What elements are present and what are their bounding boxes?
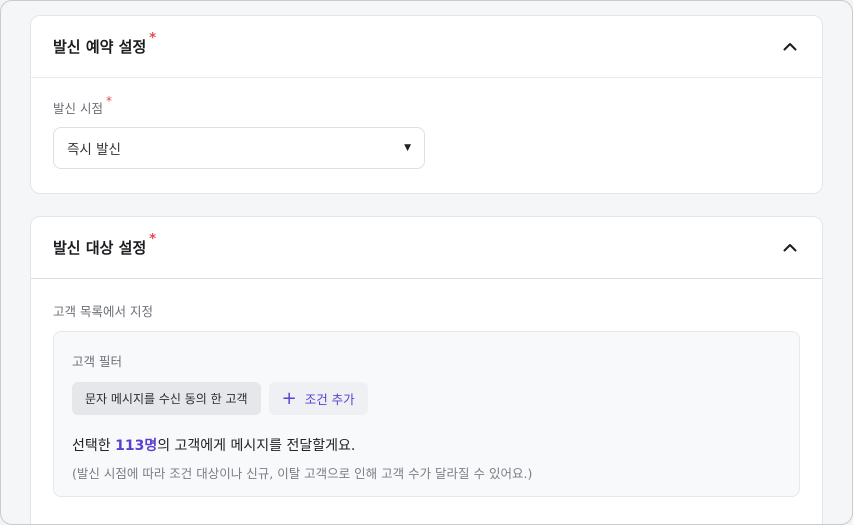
target-settings-title: 발신 대상 설정 * xyxy=(53,233,156,258)
add-condition-button[interactable]: + 조건 추가 xyxy=(268,382,368,415)
required-mark: * xyxy=(149,31,157,46)
customer-list-label: 고객 목록에서 지정 xyxy=(53,304,153,319)
chevron-up-icon[interactable] xyxy=(780,37,800,57)
reservation-settings-title-text: 발신 예약 설정 xyxy=(53,38,147,56)
customer-count: 113명 xyxy=(115,438,158,454)
required-mark: * xyxy=(149,232,157,247)
summary-suffix: 의 고객에게 메시지를 전달할게요. xyxy=(157,438,356,454)
selection-summary: 선택한 113명의 고객에게 메시지를 전달할게요. xyxy=(72,435,781,455)
send-timing-label: 발신 시점 * xyxy=(53,94,800,117)
filter-chip-sms-consent[interactable]: 문자 메시지를 수신 동의 한 고객 xyxy=(72,382,261,415)
chevron-up-icon[interactable] xyxy=(780,238,800,258)
target-settings-title-text: 발신 대상 설정 xyxy=(53,239,147,257)
summary-prefix: 선택한 xyxy=(72,438,116,454)
target-settings-header[interactable]: 발신 대상 설정 * xyxy=(31,217,822,279)
send-timing-value: 즉시 발신 xyxy=(67,142,121,158)
customer-filter-box: 고객 필터 문자 메시지를 수신 동의 한 고객 + 조건 추가 선택한 113… xyxy=(53,331,800,497)
app-frame: 발신 예약 설정 * 발신 시점 * 즉시 발신 ▼ 발신 대상 설정 * 고객… xyxy=(0,0,853,525)
filter-chips: 문자 메시지를 수신 동의 한 고객 + 조건 추가 xyxy=(72,382,781,415)
selection-note: (발신 시점에 따라 조건 대상이나 신규, 이탈 고객으로 인해 고객 수가 … xyxy=(72,466,533,481)
customer-filter-title: 고객 필터 xyxy=(72,354,122,369)
caret-down-icon: ▼ xyxy=(404,143,411,153)
required-mark: * xyxy=(105,94,112,108)
reservation-settings-title: 발신 예약 설정 * xyxy=(53,32,156,57)
add-condition-label: 조건 추가 xyxy=(304,392,355,407)
reservation-settings-header[interactable]: 발신 예약 설정 * xyxy=(31,16,822,78)
reservation-settings-body: 발신 시점 * 즉시 발신 ▼ xyxy=(31,78,822,189)
send-timing-label-text: 발신 시점 xyxy=(53,101,103,116)
plus-icon: + xyxy=(281,387,297,409)
target-settings-card: 발신 대상 설정 * 고객 목록에서 지정 고객 필터 문자 메시지를 수신 동… xyxy=(30,216,823,524)
send-timing-select[interactable]: 즉시 발신 ▼ xyxy=(53,127,425,169)
reservation-settings-card: 발신 예약 설정 * 발신 시점 * 즉시 발신 ▼ xyxy=(30,15,823,194)
target-settings-body: 고객 목록에서 지정 고객 필터 문자 메시지를 수신 동의 한 고객 + 조건… xyxy=(31,279,822,517)
